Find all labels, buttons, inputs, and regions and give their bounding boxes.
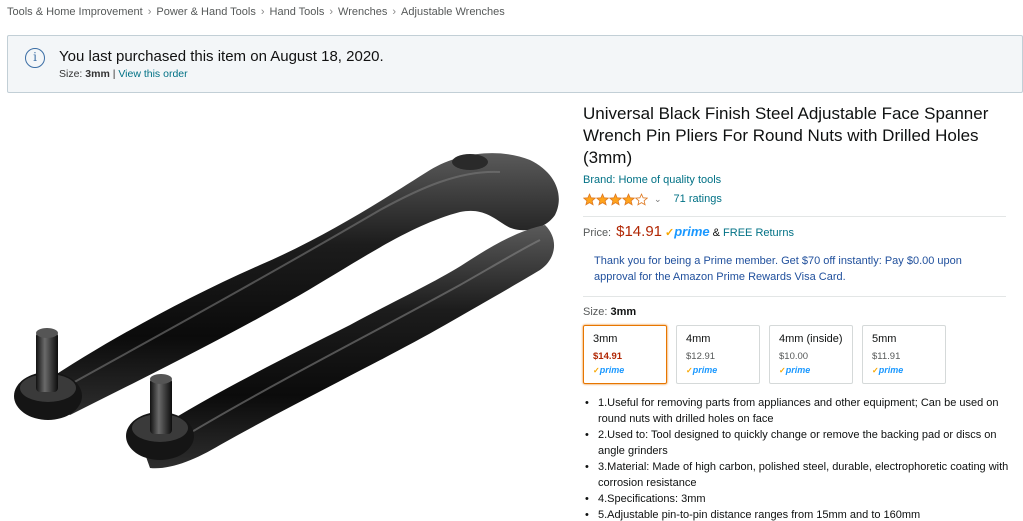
swatch-name: 4mm (inside): [779, 333, 843, 345]
breadcrumb-link-wrenches[interactable]: Wrenches: [338, 6, 387, 18]
swatch-price: $10.00: [779, 351, 809, 362]
prime-badge-icon: ✓prime: [872, 365, 904, 375]
size-swatch-4mm[interactable]: 4mm $12.91 ✓prime: [676, 325, 760, 384]
breadcrumb-link-hand-tools[interactable]: Hand Tools: [270, 6, 325, 18]
star-icon: [622, 192, 635, 206]
size-swatches: 3mm $14.91 ✓prime 4mm $12.91 ✓prime 4mm …: [583, 325, 1013, 384]
feature-bullet: 2.Used to: Tool designed to quickly chan…: [583, 427, 1013, 459]
breadcrumb-separator-icon: ›: [260, 6, 265, 18]
ratings-count-link[interactable]: 71 ratings: [674, 193, 722, 205]
size-selected-value: 3mm: [610, 306, 637, 318]
purchase-notice: i You last purchased this item on August…: [7, 35, 1023, 93]
view-order-link[interactable]: View this order: [118, 68, 187, 80]
size-swatch-4mm-inside[interactable]: 4mm (inside) $10.00 ✓prime: [769, 325, 853, 384]
breadcrumb-link-power-hand-tools[interactable]: Power & Hand Tools: [156, 6, 255, 18]
swatch-price: $11.91: [872, 351, 901, 362]
star-icon: [635, 192, 648, 206]
notice-separator: |: [112, 68, 116, 80]
prime-badge-icon: ✓prime: [686, 365, 718, 375]
swatch-price: $12.91: [686, 351, 716, 362]
breadcrumb-link-tools-home[interactable]: Tools & Home Improvement: [7, 6, 143, 18]
star-icon: [596, 192, 609, 206]
feature-bullets: 1.Useful for removing parts from applian…: [583, 395, 1013, 521]
price-value: $14.91: [616, 223, 663, 240]
price-label: Price:: [583, 227, 612, 239]
product-title: Universal Black Finish Steel Adjustable …: [583, 104, 989, 167]
product-details: Universal Black Finish Steel Adjustable …: [583, 103, 1013, 521]
rating-row: ⌄ 71 ratings: [583, 191, 1013, 207]
divider: [583, 216, 1006, 217]
star-icon: [609, 192, 622, 206]
notice-size-value: 3mm: [85, 68, 110, 80]
size-label: Size: 3mm: [583, 306, 637, 318]
price-row: Price: $14.91 ✓prime & FREE Returns: [583, 223, 1013, 240]
feature-bullet: 3.Material: Made of high carbon, polishe…: [583, 459, 1013, 491]
swatch-price: $14.91: [593, 351, 623, 362]
chevron-down-icon[interactable]: ⌄: [654, 194, 662, 205]
swatch-name: 4mm: [686, 333, 711, 345]
feature-bullet: 1.Useful for removing parts from applian…: [583, 395, 1013, 427]
breadcrumb-separator-icon: ›: [392, 6, 397, 18]
breadcrumb-link-adjustable-wrenches[interactable]: Adjustable Wrenches: [401, 6, 505, 18]
star-rating-icon[interactable]: [583, 192, 648, 206]
info-icon: i: [25, 48, 45, 68]
purchase-notice-details: Size: 3mm | View this order: [59, 68, 188, 80]
prime-badge-icon: ✓prime: [779, 365, 811, 375]
breadcrumb-separator-icon: ›: [147, 6, 152, 18]
size-swatch-5mm[interactable]: 5mm $11.91 ✓prime: [862, 325, 946, 384]
feature-bullet: 5.Adjustable pin-to-pin distance ranges …: [583, 507, 1013, 521]
breadcrumb-separator-icon: ›: [329, 6, 334, 18]
product-image-wrench: [14, 153, 559, 469]
purchase-notice-message: You last purchased this item on August 1…: [59, 48, 384, 65]
prime-badge-icon: ✓prime: [593, 365, 625, 375]
size-swatch-3mm[interactable]: 3mm $14.91 ✓prime: [583, 325, 667, 384]
star-icon: [583, 192, 596, 206]
swatch-name: 5mm: [872, 333, 897, 345]
free-returns-link[interactable]: FREE Returns: [723, 227, 794, 239]
breadcrumb: Tools & Home Improvement › Power & Hand To…: [7, 6, 505, 18]
brand-link[interactable]: Brand: Home of quality tools: [583, 174, 1013, 186]
swatch-name: 3mm: [593, 333, 618, 345]
divider: [583, 296, 1006, 297]
feature-bullet: 4.Specifications: 3mm: [583, 491, 1013, 507]
free-returns: & FREE Returns: [712, 227, 794, 239]
product-image[interactable]: [0, 100, 575, 521]
notice-size-label: Size:: [59, 68, 83, 80]
prime-logo-icon: ✓prime: [665, 224, 710, 239]
prime-card-offer[interactable]: Thank you for being a Prime member. Get …: [594, 253, 994, 285]
